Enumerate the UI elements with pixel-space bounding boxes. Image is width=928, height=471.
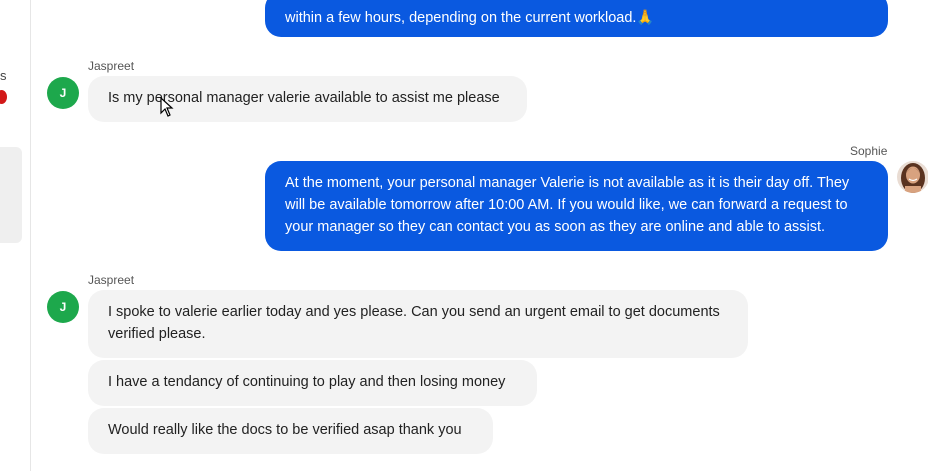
sidebar-panel: s — [0, 0, 31, 471]
agent-message: At the moment, your personal manager Val… — [265, 161, 888, 251]
message-text: I spoke to valerie earlier today and yes… — [108, 304, 720, 342]
agent-message: within a few hours, depending on the cur… — [265, 0, 888, 37]
message-text: Would really like the docs to be verifie… — [108, 422, 462, 438]
agent-photo-icon — [897, 161, 928, 193]
mouse-cursor-icon — [160, 97, 174, 117]
avatar-initial: J — [59, 86, 67, 100]
notification-dot — [0, 90, 7, 104]
user-message: Would really like the docs to be verifie… — [88, 408, 493, 454]
sender-name: Sophie — [850, 144, 888, 158]
sidebar-card[interactable] — [0, 147, 22, 243]
user-message: Is my personal manager valerie available… — [88, 76, 527, 122]
sender-name: Jaspreet — [88, 59, 135, 73]
sidebar-fragment-text: s — [0, 68, 7, 83]
message-text: At the moment, your personal manager Val… — [285, 175, 850, 235]
message-text: within a few hours, depending on the cur… — [285, 10, 655, 26]
user-avatar: J — [47, 291, 79, 323]
chat-view: s within a few hours, depending on the c… — [0, 0, 928, 471]
user-message: I spoke to valerie earlier today and yes… — [88, 290, 748, 358]
user-message: I have a tendancy of continuing to play … — [88, 360, 537, 406]
sender-name: Jaspreet — [88, 273, 135, 287]
message-text: I have a tendancy of continuing to play … — [108, 374, 506, 390]
user-avatar: J — [47, 77, 79, 109]
agent-avatar — [897, 161, 928, 193]
avatar-initial: J — [59, 300, 67, 314]
